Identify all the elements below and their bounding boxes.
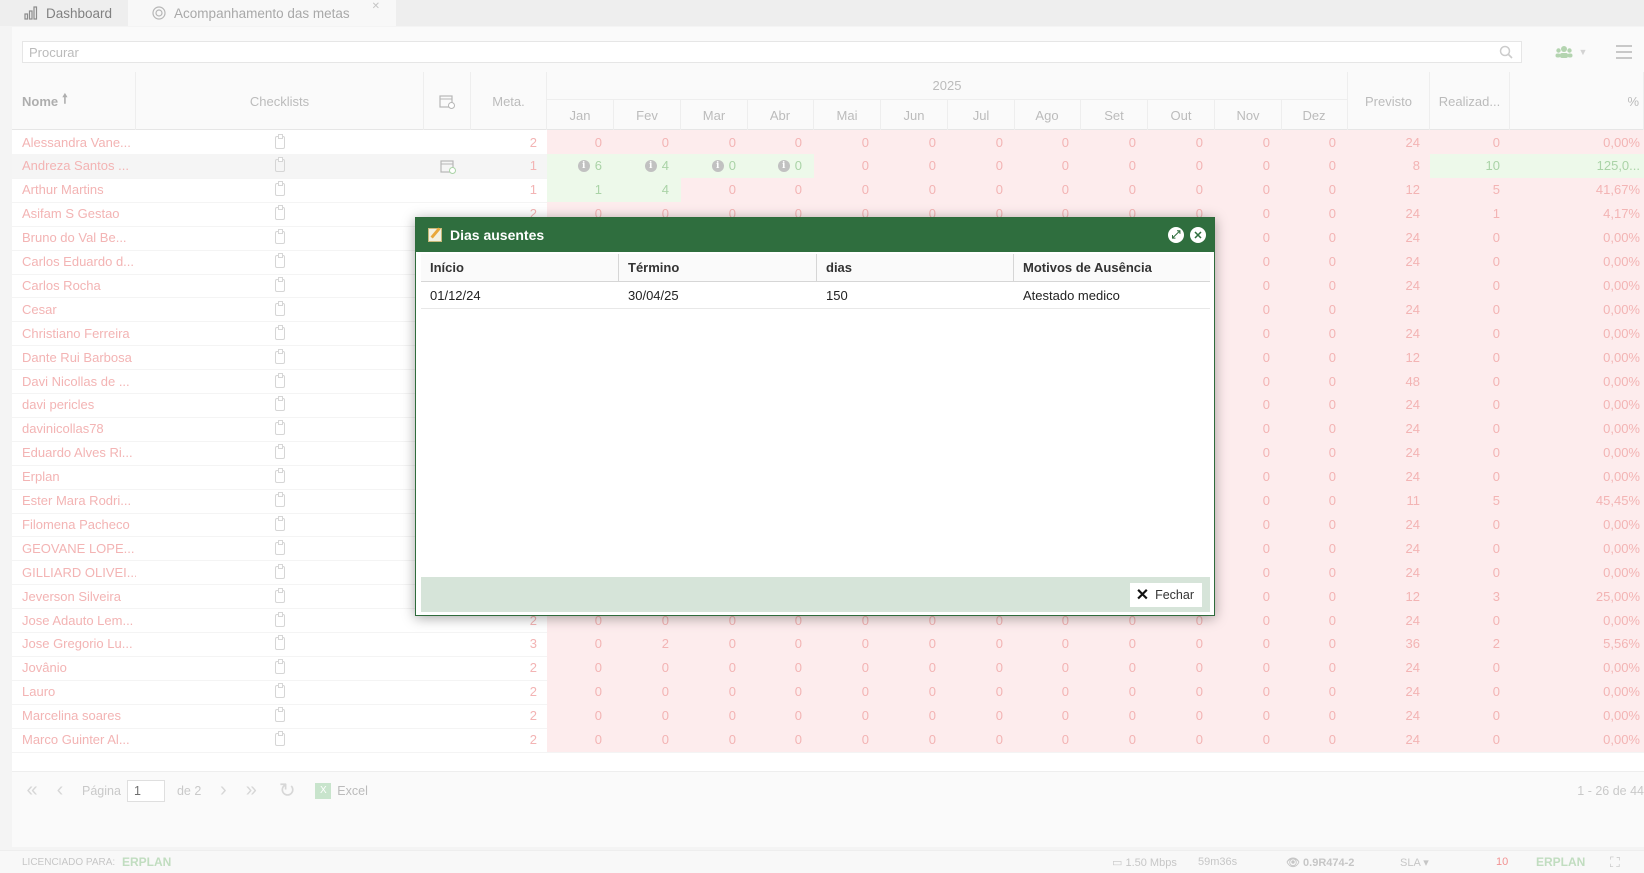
col-dias[interactable]: dias: [817, 254, 1014, 282]
dialog-table: Início Término dias Motivos de Ausência …: [421, 254, 1210, 577]
close-icon[interactable]: ✕: [1190, 227, 1206, 243]
cell-dias[interactable]: 150: [817, 282, 1014, 309]
absence-days-dialog: Dias ausentes ⤢ ✕ Início Término dias Mo…: [415, 217, 1215, 616]
dialog-footer: ✕ Fechar: [421, 577, 1210, 612]
col-termino[interactable]: Término: [619, 254, 817, 282]
close-dialog-button[interactable]: ✕ Fechar: [1129, 583, 1202, 607]
cell-motivos[interactable]: Atestado medico: [1014, 282, 1210, 309]
dialog-title: Dias ausentes: [450, 227, 545, 243]
col-motivos[interactable]: Motivos de Ausência: [1014, 254, 1210, 282]
close-label: Fechar: [1155, 588, 1194, 602]
maximize-icon[interactable]: ⤢: [1168, 227, 1184, 243]
close-x-icon: ✕: [1135, 587, 1150, 604]
edit-note-icon: [428, 228, 442, 242]
cell-inicio[interactable]: 01/12/24: [421, 282, 619, 309]
dialog-title-bar: Dias ausentes ⤢ ✕: [416, 218, 1214, 252]
cell-termino[interactable]: 30/04/25: [619, 282, 817, 309]
col-inicio[interactable]: Início: [421, 254, 619, 282]
